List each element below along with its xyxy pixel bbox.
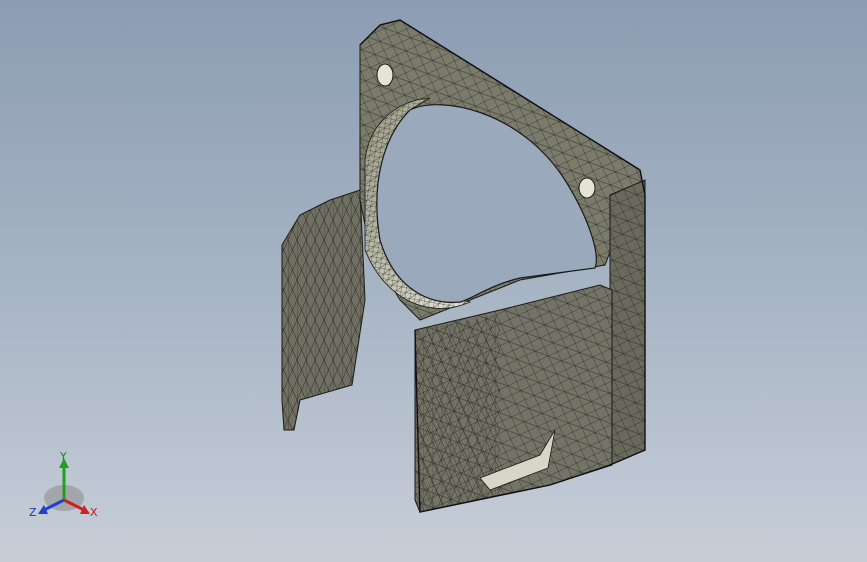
orientation-triad[interactable]: Y X Z bbox=[29, 450, 98, 519]
mounting-hole-top-right bbox=[578, 177, 596, 199]
x-axis-label: X bbox=[90, 506, 98, 519]
y-axis-label: Y bbox=[59, 450, 67, 463]
mounting-hole-top-left bbox=[376, 63, 394, 87]
z-axis-label: Z bbox=[29, 506, 37, 519]
graphics-viewport[interactable]: Y X Z bbox=[0, 0, 867, 562]
part-model[interactable] bbox=[281, 19, 646, 513]
